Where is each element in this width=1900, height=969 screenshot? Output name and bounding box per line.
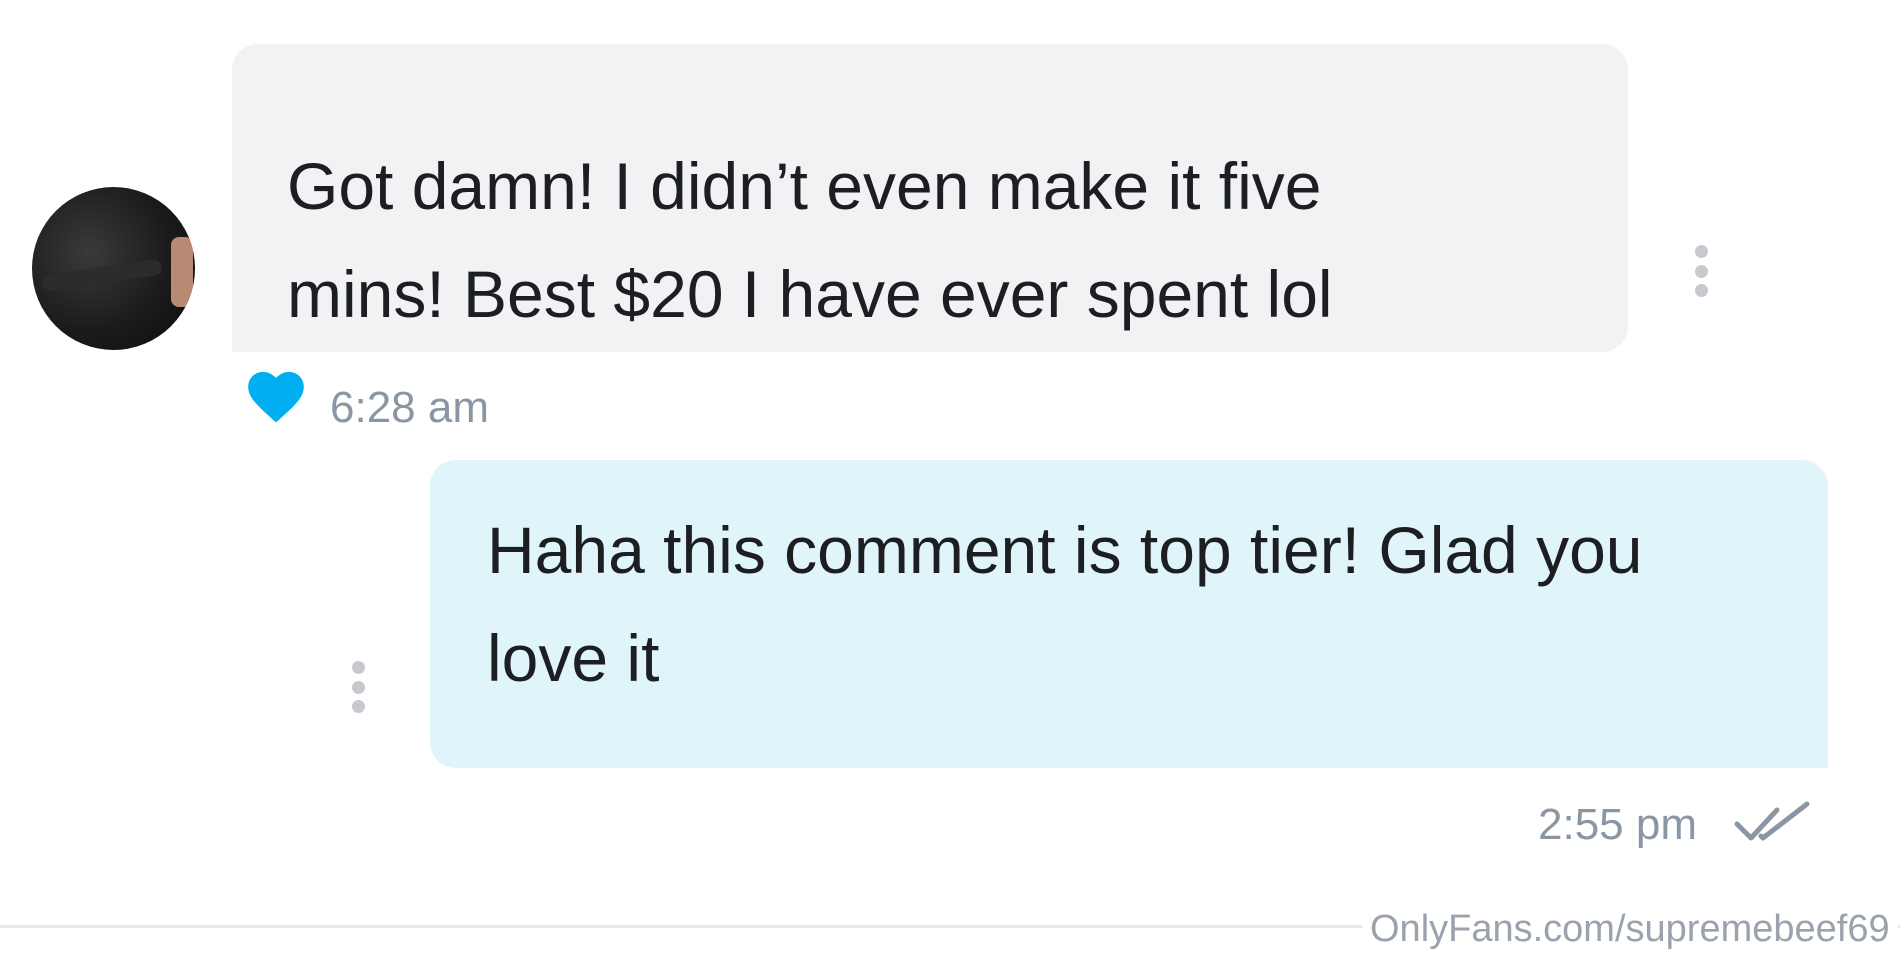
message-line: mins! Best $20 I have ever spent lol xyxy=(287,257,1333,331)
watermark-text: OnlyFans.com/supremebeef69 xyxy=(1362,904,1898,954)
sender-avatar[interactable] xyxy=(32,187,195,350)
more-options-icon[interactable] xyxy=(1693,245,1709,297)
received-message-bubble[interactable]: Got damn! I didn’t even make it five min… xyxy=(232,44,1628,352)
received-message-text: Got damn! I didn’t even make it five min… xyxy=(287,132,1587,348)
sent-message-bubble[interactable]: Haha this comment is top tier! Glad you … xyxy=(430,460,1828,768)
chat-thread: Got damn! I didn’t even make it five min… xyxy=(0,0,1900,969)
heart-icon[interactable] xyxy=(247,370,305,424)
double-check-icon xyxy=(1734,801,1810,841)
message-timestamp: 6:28 am xyxy=(330,383,489,432)
avatar-photo-detail xyxy=(171,237,193,307)
more-options-icon[interactable] xyxy=(350,661,366,713)
avatar-photo-detail xyxy=(41,258,163,292)
message-line: love it xyxy=(487,621,660,695)
message-line: Haha this comment is top tier! Glad you xyxy=(487,513,1643,587)
message-timestamp: 2:55 pm xyxy=(1538,800,1697,849)
message-line: Got damn! I didn’t even make it five xyxy=(287,149,1322,223)
sent-message-text: Haha this comment is top tier! Glad you … xyxy=(487,496,1807,712)
